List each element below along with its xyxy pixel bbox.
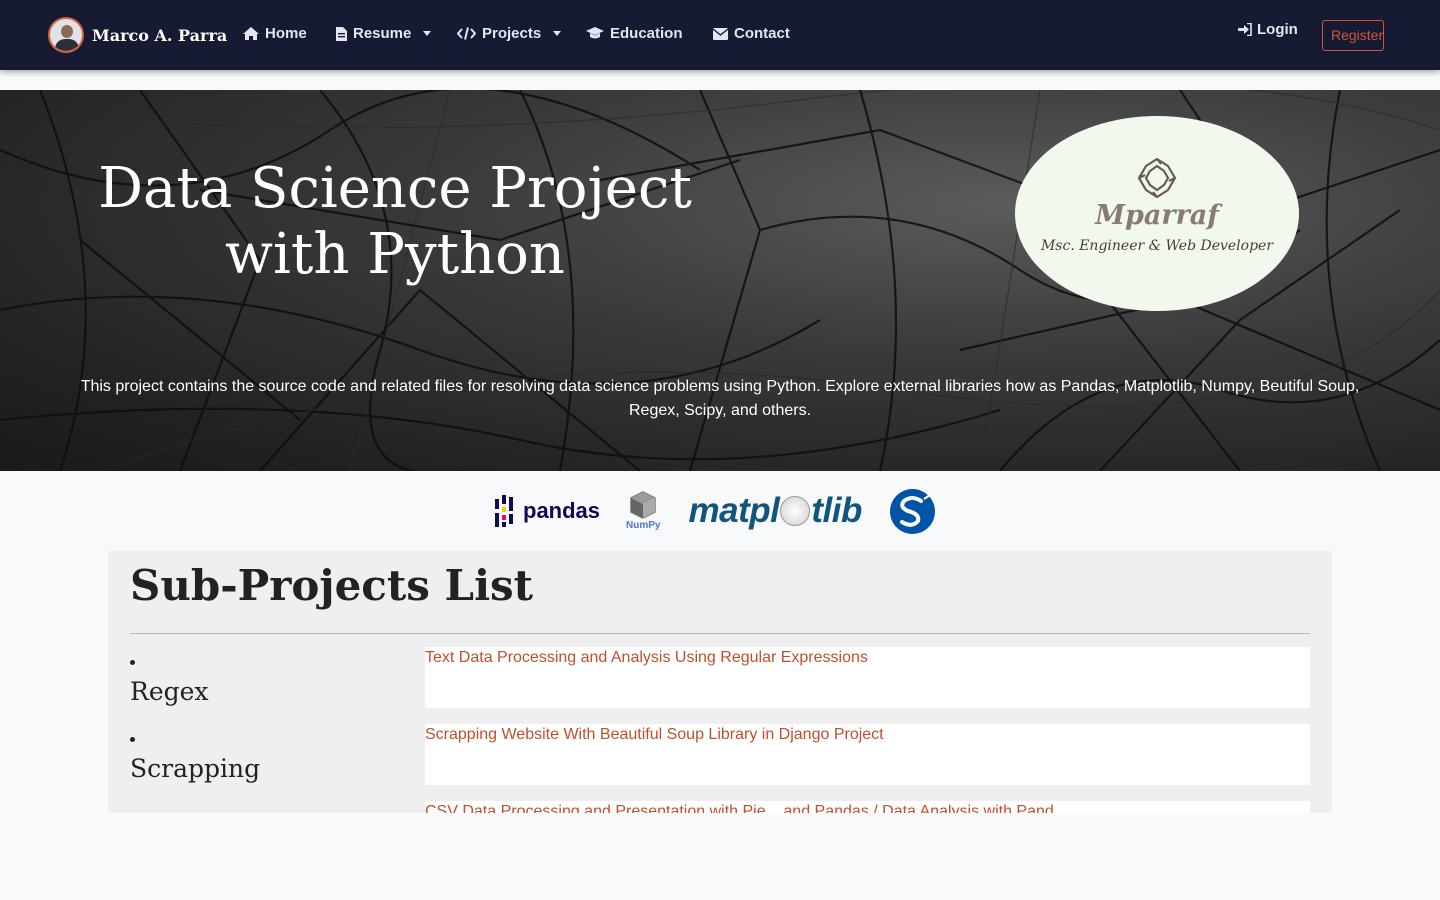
subproject-link[interactable]: CSV Data Processing and Presentation wit… <box>425 803 1067 813</box>
page-title-line2: with Python <box>225 222 565 287</box>
brand-logo: Mparraf Msc. Engineer & Web Developer <box>1015 116 1299 311</box>
chevron-down-icon <box>553 31 562 36</box>
bullet <box>130 660 135 665</box>
sign-in-icon <box>1238 23 1252 36</box>
subproject-link[interactable]: Scrapping Website With Beautiful Soup Li… <box>425 726 884 744</box>
navbar: Marco A. Parra Home Resume Projects Educ… <box>0 0 1440 70</box>
graduation-cap-icon <box>586 27 604 39</box>
chevron-down-icon <box>423 31 432 36</box>
subprojects-card: Sub-Projects List Regex Text Data Proces… <box>108 551 1332 813</box>
register-button[interactable]: Register <box>1322 20 1384 51</box>
brand-link[interactable]: Marco A. Parra <box>48 17 227 53</box>
login-label: Login <box>1257 21 1298 38</box>
link-box: CSV Data Processing and Presentation wit… <box>425 801 1310 813</box>
nav-projects-label: Projects <box>482 25 542 42</box>
logo-name: Mparraf <box>1095 200 1219 231</box>
numpy-icon <box>630 491 656 519</box>
nav-resume-label: Resume <box>353 25 412 42</box>
library-logos: pandas NumPy matpl tlib <box>493 488 935 534</box>
scipy-logo <box>889 488 935 534</box>
category-label: Regex <box>130 677 209 706</box>
page-title: Data Science Project with Python <box>90 156 700 288</box>
logo-tagline: Msc. Engineer & Web Developer <box>1040 238 1274 254</box>
divider <box>130 633 1310 634</box>
matplotlib-label-left: matpl <box>688 491 780 530</box>
nav-home-label: Home <box>265 25 307 42</box>
code-icon <box>457 27 476 40</box>
avatar <box>48 17 84 53</box>
matplotlib-wheel-icon <box>780 496 811 526</box>
nav-contact-label: Contact <box>734 25 790 42</box>
link-box: Text Data Processing and Analysis Using … <box>425 647 1310 708</box>
matplotlib-label-right: tlib <box>811 491 862 530</box>
pandas-label: pandas <box>523 498 601 523</box>
home-icon <box>243 27 259 40</box>
logo-mark-icon <box>1137 157 1177 199</box>
nav-education[interactable]: Education <box>586 25 683 42</box>
pandas-logo: pandas <box>493 495 600 527</box>
nav-resume[interactable]: Resume <box>336 25 432 42</box>
subprojects-title: Sub-Projects List <box>130 561 534 610</box>
login-link[interactable]: Login <box>1238 21 1298 38</box>
nav-contact[interactable]: Contact <box>713 25 790 42</box>
envelope-icon <box>713 27 728 40</box>
matplotlib-logo: matpl tlib <box>688 491 862 531</box>
subproject-link[interactable]: Text Data Processing and Analysis Using … <box>425 649 868 667</box>
page-title-line1: Data Science Project <box>98 156 692 221</box>
numpy-logo: NumPy <box>626 491 660 531</box>
scipy-icon <box>899 493 931 527</box>
bullet <box>130 737 135 742</box>
nav-projects[interactable]: Projects <box>457 25 562 42</box>
numpy-label: NumPy <box>626 520 661 531</box>
nav-education-label: Education <box>610 25 683 42</box>
pandas-icon <box>495 495 513 527</box>
hero-banner: Data Science Project with Python Mparraf… <box>0 90 1440 471</box>
category-label: Scrapping <box>130 754 261 783</box>
file-icon <box>336 26 347 41</box>
hero-description: This project contains the source code an… <box>80 378 1360 419</box>
nav-home[interactable]: Home <box>243 25 307 42</box>
brand-name: Marco A. Parra <box>92 25 228 45</box>
link-box: Scrapping Website With Beautiful Soup Li… <box>425 724 1310 785</box>
